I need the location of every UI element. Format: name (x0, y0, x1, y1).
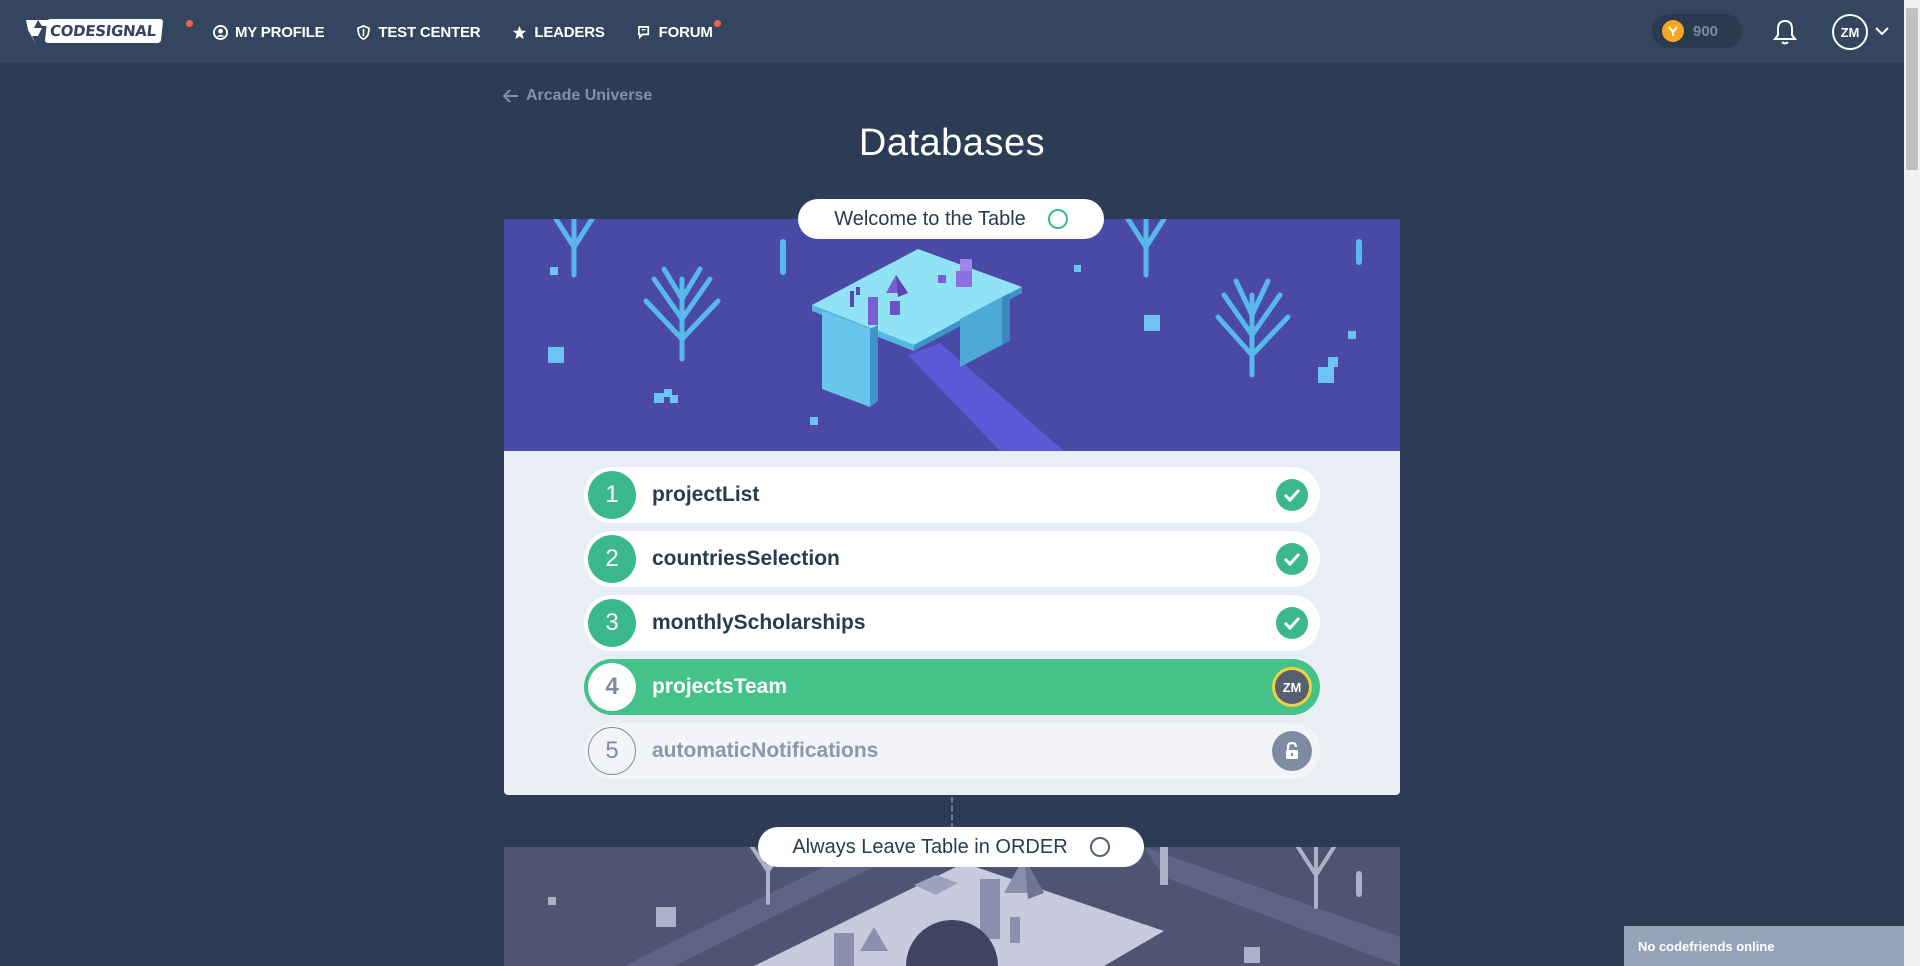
user-circle-icon (213, 24, 228, 40)
level-row[interactable]: 1 projectList (584, 467, 1320, 523)
coin-icon (1662, 20, 1684, 42)
level-name: monthlyScholarships (652, 611, 866, 634)
check-icon (1276, 607, 1308, 639)
level-name: projectsTeam (652, 675, 787, 698)
section-progress-ring (1047, 209, 1068, 229)
nav-my-profile[interactable]: MY PROFILE (213, 0, 325, 64)
bell-icon[interactable] (1772, 18, 1798, 46)
chat-icon (637, 25, 649, 39)
level-number: 5 (588, 727, 636, 775)
coins-balance[interactable]: 900 (1652, 14, 1742, 48)
codefriends-chat-bar[interactable]: No codefriends online (1624, 926, 1904, 966)
level-name: countriesSelection (652, 547, 840, 570)
notification-dot (713, 20, 721, 27)
arrow-left-icon (503, 89, 518, 103)
level-row-current[interactable]: 4 projectsTeam ZM (584, 659, 1320, 715)
nav-forum[interactable]: FORUM (637, 0, 721, 64)
nav-label: MY PROFILE (235, 23, 325, 41)
section-connector (951, 797, 953, 829)
level-number: 2 (588, 535, 636, 583)
section-title-pill[interactable]: Welcome to the Table (798, 199, 1104, 239)
nav-test-center[interactable]: TEST CENTER (356, 0, 481, 64)
user-avatar-badge: ZM (1272, 667, 1312, 707)
level-number: 1 (588, 471, 636, 519)
chat-status-label: No codefriends online (1638, 938, 1775, 954)
nav-label: LEADERS (534, 23, 605, 41)
chevron-down-icon[interactable] (1874, 24, 1890, 38)
level-number: 4 (588, 663, 636, 711)
table-illustration (504, 219, 1400, 451)
level-row[interactable]: 3 monthlyScholarships (584, 595, 1320, 651)
back-link[interactable]: Arcade Universe (503, 87, 652, 105)
check-icon (1276, 479, 1308, 511)
check-icon (1276, 543, 1308, 575)
shield-icon (357, 24, 371, 40)
lock-icon (1272, 731, 1312, 771)
section-banner-illustration (504, 219, 1400, 451)
level-name: automaticNotifications (652, 739, 879, 762)
coins-count: 900 (1693, 22, 1719, 40)
user-avatar[interactable]: ZM (1832, 14, 1868, 50)
section-title: Welcome to the Table (834, 207, 1026, 230)
top-navigation-bar: CODESIGNAL MY PROFILE TEST CENTER LEADER… (0, 0, 1904, 64)
logo-wordmark: CODESIGNAL (44, 19, 164, 43)
level-row[interactable]: 2 countriesSelection (584, 531, 1320, 587)
section-title: Always Leave Table in ORDER (792, 835, 1068, 858)
page-title: Databases (858, 122, 1046, 164)
main-nav: MY PROFILE TEST CENTER LEADERS FORUM (213, 0, 745, 64)
scrollbar-thumb[interactable] (1906, 8, 1918, 170)
section-title-pill[interactable]: Always Leave Table in ORDER (758, 827, 1144, 867)
section-progress-ring (1089, 837, 1110, 857)
nav-leaders[interactable]: LEADERS (512, 0, 605, 64)
notification-dot (186, 20, 193, 27)
star-icon (513, 25, 527, 39)
level-row-locked[interactable]: 5 automaticNotifications (584, 723, 1320, 779)
nav-label: FORUM (658, 23, 713, 41)
level-name: projectList (652, 483, 760, 506)
back-link-label: Arcade Universe (526, 87, 653, 104)
level-number: 3 (588, 599, 636, 647)
codesignal-logo[interactable]: CODESIGNAL (24, 14, 176, 48)
nav-label: TEST CENTER (378, 23, 481, 41)
